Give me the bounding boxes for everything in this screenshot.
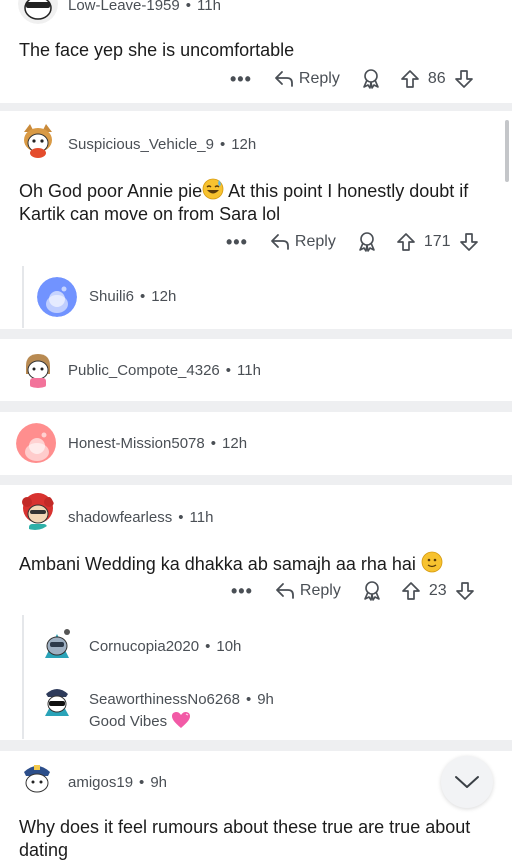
comment-body: Why does it feel rumours about these tru… [19,817,471,860]
separator: • [205,638,211,655]
comment-text-part: Oh God poor Annie pie [19,181,203,201]
comment-author[interactable]: Shuili6 • 12h [89,288,176,305]
reply-label: Reply [298,70,340,87]
vote-count: 23 [428,582,447,599]
comment-actions: ••• Reply 86 [230,64,474,94]
comment-separator [0,103,512,111]
award-icon [359,232,375,252]
separator: • [140,288,146,305]
comment-body: Oh God poor Annie pie At this point I ho… [19,178,489,226]
comment-author[interactable]: Low-Leave-1959 • 11h [68,0,221,14]
comment-text: Ambani Wedding ka dhakka ab samajh aa rh… [19,554,416,574]
scroll-down-button[interactable] [441,756,493,808]
avatar[interactable] [18,0,58,24]
separator: • [245,691,252,708]
award-icon [364,581,380,601]
award-button[interactable] [356,231,378,253]
timestamp: 11h [189,509,214,526]
vote-control: 171 [396,232,479,252]
vote-control: 23 [401,581,475,601]
reply-label: Reply [294,233,336,250]
timestamp: 11h [237,362,261,379]
vote-count: 171 [423,233,451,250]
comment-body: Ambani Wedding ka dhakka ab samajh aa rh… [19,551,489,576]
avatar[interactable] [16,423,56,463]
comment-body: The face yep she is uncomfortable [19,40,295,60]
username[interactable]: shadowfearless [68,509,172,526]
reply-button[interactable]: Reply [275,582,341,600]
comment-author[interactable]: Suspicious_Vehicle_9 • 12h [68,136,256,153]
comment-author[interactable]: SeaworthinessNo6268 • 9h [89,691,274,708]
timestamp: 9h [150,774,167,791]
upvote-arrow-icon[interactable] [396,232,416,252]
vote-control: 86 [400,69,474,89]
more-options-button[interactable]: ••• [226,232,248,253]
comment-author[interactable]: Honest-Mission5078 • 12h [68,435,247,452]
slight-smile-emoji-icon [421,551,443,573]
username[interactable]: Low-Leave-1959 [68,0,180,14]
timestamp: 11h [197,0,221,14]
reply-arrow-icon [271,234,289,250]
comment-author[interactable]: shadowfearless • 11h [68,509,213,526]
username[interactable]: Suspicious_Vehicle_9 [68,136,214,153]
vote-count: 86 [427,70,446,87]
separator: • [185,0,192,14]
user-flair: Good Vibes [89,711,191,730]
username[interactable]: Public_Compote_4326 [68,362,220,379]
grinning-sweat-emoji-icon [202,178,224,200]
downvote-arrow-icon[interactable] [455,581,475,601]
username[interactable]: Shuili6 [89,288,134,305]
reply-arrow-icon [276,583,294,599]
comment-separator [0,329,512,339]
timestamp: 10h [216,638,242,655]
timestamp: 9h [257,691,274,708]
award-icon [363,69,379,89]
username[interactable]: SeaworthinessNo6268 [89,691,240,708]
username[interactable]: Cornucopia2020 [89,638,199,655]
scroll-indicator [505,120,509,182]
separator: • [210,435,217,452]
upvote-arrow-icon[interactable] [400,69,420,89]
avatar[interactable] [37,277,77,317]
comment-actions: ••• Reply 23 [231,576,475,606]
heart-icon [172,712,191,728]
comment-author[interactable]: amigos19 • 9h [68,774,167,791]
avatar[interactable] [15,490,55,530]
reply-label: Reply [299,582,341,599]
comment-actions: ••• Reply 171 [226,227,479,257]
username[interactable]: amigos19 [68,774,133,791]
reply-arrow-icon [275,71,293,87]
avatar[interactable] [18,120,58,160]
avatar[interactable] [37,682,77,722]
flair-text: Good Vibes [89,713,168,730]
upvote-arrow-icon[interactable] [401,581,421,601]
avatar[interactable] [16,758,56,798]
reply-button[interactable]: Reply [270,233,336,251]
timestamp: 12h [151,288,177,305]
username[interactable]: Honest-Mission5078 [68,435,205,452]
reply-button[interactable]: Reply [274,70,340,88]
avatar[interactable] [37,624,77,664]
more-options-button[interactable]: ••• [231,581,253,602]
comment-separator [0,475,512,485]
separator: • [219,136,226,153]
separator: • [178,509,184,526]
comment-separator [0,401,512,412]
downvote-arrow-icon[interactable] [459,232,479,252]
more-options-button[interactable]: ••• [230,69,252,90]
separator: • [139,774,145,791]
comment-author[interactable]: Public_Compote_4326 • 11h [68,362,261,379]
timestamp: 12h [231,136,257,153]
chevron-down-icon [455,776,479,788]
separator: • [225,362,232,379]
avatar[interactable] [18,348,58,388]
award-button[interactable] [360,68,382,90]
thread-line[interactable] [22,615,24,739]
comment-separator [0,740,512,751]
downvote-arrow-icon[interactable] [454,69,474,89]
award-button[interactable] [361,580,383,602]
timestamp: 12h [222,435,248,452]
thread-line[interactable] [22,266,24,328]
comment-author[interactable]: Cornucopia2020 • 10h [89,638,241,655]
